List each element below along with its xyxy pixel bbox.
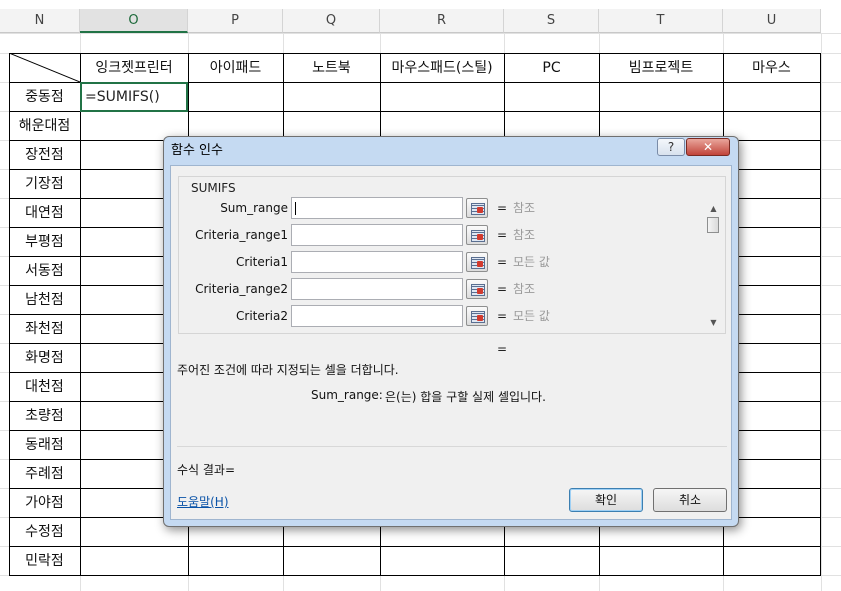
row-label[interactable]: 대천점 [9, 373, 80, 401]
row-label[interactable]: 중동점 [9, 83, 80, 111]
table-border-h [9, 546, 821, 547]
row-label[interactable]: 초량점 [9, 402, 80, 430]
function-name: SUMIFS [191, 181, 236, 195]
argument-type-hint: 모든 값 [513, 255, 550, 269]
argument-type-hint: 모든 값 [513, 309, 550, 323]
column-header-q[interactable]: Q [283, 9, 380, 33]
table-border-v [80, 53, 81, 575]
argument-equals: = [497, 255, 508, 269]
argument-type-hint: 참조 [513, 282, 536, 296]
arrow-icon [477, 234, 483, 240]
formula-result-label: 수식 결과= [177, 463, 236, 477]
argument-label: Criteria_range1 [195, 228, 288, 242]
column-header-s[interactable]: S [504, 9, 599, 33]
argument-scrollbar[interactable]: ▲ ▼ [706, 203, 721, 329]
cancel-button[interactable]: 취소 [653, 488, 727, 512]
row-label[interactable]: 화명점 [9, 344, 80, 372]
column-header-n[interactable]: N [0, 9, 80, 33]
argument-equals: = [497, 201, 508, 215]
arrow-icon [477, 315, 483, 321]
row-label[interactable]: 서동점 [9, 257, 80, 285]
arrow-icon [477, 288, 483, 294]
gridline-h [0, 33, 841, 34]
argument-label: Criteria1 [236, 255, 288, 269]
function-description: 주어진 조건에 따라 지정되는 셀을 더합니다. [177, 363, 399, 377]
argument-input[interactable] [291, 224, 463, 246]
scroll-thumb[interactable] [707, 217, 719, 233]
help-icon[interactable]: ? [657, 138, 685, 156]
table-header-cell[interactable]: 노트북 [283, 54, 380, 82]
row-label[interactable]: 좌천점 [9, 315, 80, 343]
row-label[interactable]: 대연점 [9, 199, 80, 227]
argument-label: Criteria2 [236, 309, 288, 323]
argument-input[interactable] [291, 251, 463, 273]
diagonal-header-cell [9, 53, 80, 82]
table-border-h [9, 575, 821, 576]
table-header-cell[interactable]: 마우스패드(스틸) [380, 54, 504, 82]
row-label[interactable]: 가야점 [9, 489, 80, 517]
function-result-equals: = [497, 342, 508, 356]
function-arguments-dialog: 함수 인수 ? ✕ SUMIFS Sum_range = 참조 Criteria_ra… [163, 136, 739, 527]
row-label[interactable]: 동래점 [9, 431, 80, 459]
column-header-r[interactable]: R [380, 9, 504, 33]
column-header-p[interactable]: P [188, 9, 283, 33]
function-group: SUMIFS Sum_range = 참조 Criteria_range1 = 참조 Cri… [178, 176, 726, 334]
close-icon[interactable]: ✕ [686, 138, 730, 156]
column-header-t[interactable]: T [599, 9, 723, 33]
argument-input[interactable] [291, 197, 463, 219]
row-label[interactable]: 민락점 [9, 547, 80, 575]
range-select-icon[interactable] [466, 225, 488, 245]
argument-equals: = [497, 282, 508, 296]
dialog-body: SUMIFS Sum_range = 참조 Criteria_range1 = 참조 Cri… [170, 165, 732, 520]
argument-input[interactable] [291, 305, 463, 327]
argument-label: Sum_range [220, 201, 288, 215]
arrow-icon [477, 261, 483, 267]
range-select-icon[interactable] [466, 198, 488, 218]
help-link[interactable]: 도움말(H) [177, 493, 229, 510]
row-label[interactable]: 주례점 [9, 460, 80, 488]
table-header-cell[interactable]: 아이패드 [188, 54, 283, 82]
argument-description-text: 은(는) 합을 구할 실제 셀입니다. [385, 390, 546, 404]
argument-type-hint: 참조 [513, 201, 536, 215]
range-select-icon[interactable] [466, 306, 488, 326]
table-header-cell[interactable]: 잉크젯프린터 [80, 54, 188, 82]
scroll-up-icon[interactable]: ▲ [706, 203, 721, 215]
row-label[interactable]: 해운대점 [9, 112, 80, 140]
ok-button[interactable]: 확인 [569, 488, 643, 512]
argument-label: Criteria_range2 [195, 282, 288, 296]
column-header-u[interactable]: U [723, 9, 821, 33]
argument-input[interactable] [291, 278, 463, 300]
row-label[interactable]: 장전점 [9, 141, 80, 169]
table-border-v [820, 53, 821, 575]
argument-type-hint: 참조 [513, 228, 536, 242]
argument-equals: = [497, 309, 508, 323]
column-header-o[interactable]: O [80, 9, 188, 33]
row-label[interactable]: 기장점 [9, 170, 80, 198]
table-header-cell[interactable]: 빔프로젝트 [599, 54, 723, 82]
table-header-cell[interactable]: PC [504, 54, 599, 82]
row-label[interactable]: 수정점 [9, 518, 80, 546]
row-label[interactable]: 부평점 [9, 228, 80, 256]
range-select-icon[interactable] [466, 252, 488, 272]
text-caret [295, 202, 296, 215]
active-cell[interactable]: =SUMIFS() [80, 82, 188, 112]
row-label[interactable]: 남천점 [9, 286, 80, 314]
scroll-down-icon[interactable]: ▼ [706, 317, 721, 329]
table-header-cell[interactable]: 마우스 [723, 54, 820, 82]
arrow-icon [477, 207, 483, 213]
gridline-v [821, 33, 822, 591]
divider [177, 446, 727, 447]
argument-description-label: Sum_range: [311, 388, 383, 402]
range-select-icon[interactable] [466, 279, 488, 299]
argument-equals: = [497, 228, 508, 242]
dialog-title: 함수 인수 [171, 143, 223, 158]
